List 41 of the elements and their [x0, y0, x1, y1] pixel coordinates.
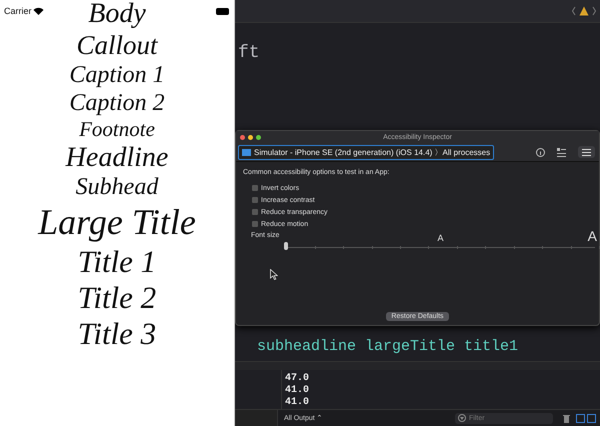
wifi-icon	[33, 7, 44, 15]
small-font-mark: A	[438, 233, 444, 244]
filter-icon	[458, 414, 466, 422]
simulator-icon	[242, 148, 251, 156]
font-style-label: Title 1	[78, 244, 156, 280]
code-line: subheadline largeTitle title1	[256, 338, 520, 356]
font-style-label: Footnote	[79, 117, 155, 142]
checkbox[interactable]	[252, 221, 258, 228]
checkbox[interactable]	[252, 185, 258, 192]
large-font-mark: A	[588, 228, 597, 244]
console-output-line: 47.0	[285, 373, 310, 385]
list-icon[interactable]	[557, 148, 566, 157]
slider-thumb[interactable]	[284, 242, 288, 250]
font-style-label: Subhead	[76, 174, 158, 202]
font-style-label: Caption 2	[69, 90, 165, 118]
pointer-icon	[270, 269, 278, 280]
info-icon[interactable]	[536, 148, 545, 157]
font-style-label: Title 2	[78, 280, 156, 316]
font-style-label: Large Title	[38, 202, 196, 244]
lines-icon	[582, 148, 591, 156]
font-style-label: Caption 1	[69, 62, 165, 90]
settings-button[interactable]	[578, 146, 595, 158]
minimize-button[interactable]	[248, 134, 253, 140]
zoom-button[interactable]	[256, 134, 261, 140]
trash-icon[interactable]	[563, 414, 570, 423]
font-style-label: Title 3	[78, 316, 156, 352]
close-button[interactable]	[240, 134, 245, 140]
font-size-slider[interactable]	[284, 241, 597, 252]
target-selector[interactable]: Simulator - iPhone SE (2nd generation) (iOS 14.4) 〉All processes	[238, 144, 494, 160]
checkbox[interactable]	[252, 209, 258, 216]
panels-icon[interactable]	[576, 414, 596, 423]
battery-icon	[216, 8, 230, 15]
warning-icon	[572, 6, 596, 16]
font-style-label: Headline	[66, 142, 168, 174]
checkbox[interactable]	[252, 197, 258, 204]
console-output-line: 41.0	[285, 385, 310, 397]
code-line: ft	[237, 43, 261, 64]
font-style-label: Callout	[76, 30, 158, 62]
console-output-line: 41.0	[285, 397, 310, 410]
font-style-label: Body	[88, 0, 146, 30]
carrier-label: Carrier	[4, 6, 32, 16]
